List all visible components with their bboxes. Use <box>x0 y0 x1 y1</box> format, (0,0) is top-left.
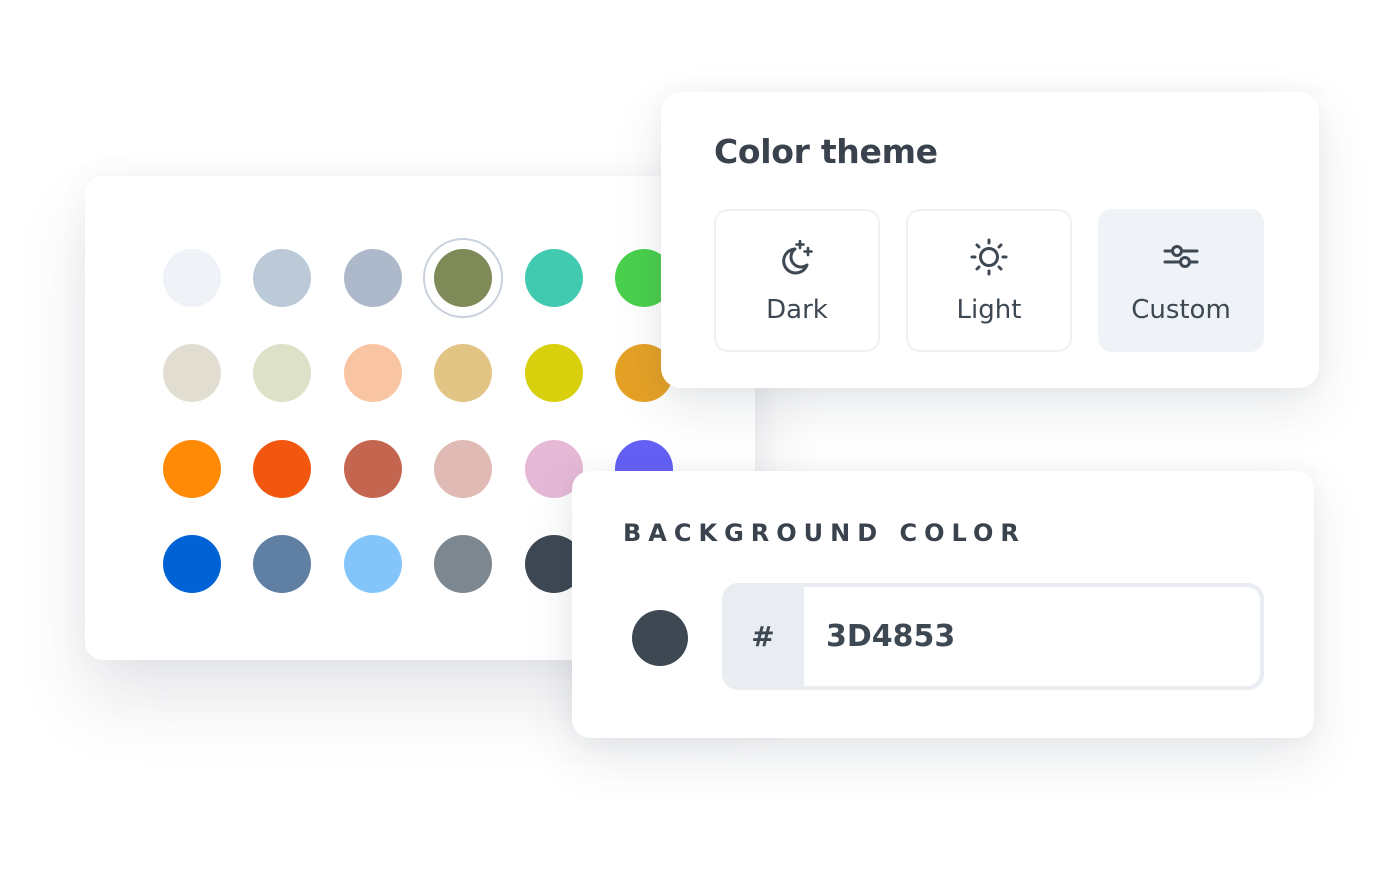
color-swatch[interactable] <box>163 535 221 593</box>
color-swatch[interactable] <box>344 440 402 498</box>
theme-option-label: Dark <box>766 295 828 325</box>
color-theme-title: Color theme <box>714 132 938 171</box>
color-preview-swatch[interactable] <box>632 610 688 666</box>
color-swatch[interactable] <box>163 249 221 307</box>
color-swatch[interactable] <box>253 344 311 402</box>
theme-option-label: Light <box>956 295 1022 325</box>
hex-color-field: # <box>722 583 1264 690</box>
color-swatch[interactable] <box>253 535 311 593</box>
color-swatch[interactable] <box>434 440 492 498</box>
color-swatch[interactable] <box>253 440 311 498</box>
theme-option-label: Custom <box>1131 295 1231 325</box>
color-swatch[interactable] <box>253 249 311 307</box>
color-swatch[interactable] <box>525 249 583 307</box>
hex-color-input[interactable] <box>804 587 1260 686</box>
theme-option-dark[interactable]: Dark <box>714 209 880 352</box>
background-color-card: BACKGROUND COLOR # <box>572 471 1314 738</box>
color-theme-card: Color theme Dark Light Custom <box>661 92 1319 388</box>
color-swatch[interactable] <box>163 440 221 498</box>
color-swatch[interactable] <box>423 238 503 318</box>
color-swatch[interactable] <box>344 535 402 593</box>
color-swatch[interactable] <box>434 535 492 593</box>
sliders-icon <box>1163 245 1199 268</box>
sun-icon <box>970 238 1008 276</box>
color-swatch[interactable] <box>344 249 402 307</box>
color-swatch[interactable] <box>525 344 583 402</box>
color-swatch[interactable] <box>344 344 402 402</box>
color-swatch[interactable] <box>434 344 492 402</box>
theme-option-light[interactable]: Light <box>906 209 1072 352</box>
background-color-title: BACKGROUND COLOR <box>623 519 1026 547</box>
color-swatch[interactable] <box>163 344 221 402</box>
theme-option-custom[interactable]: Custom <box>1098 209 1264 352</box>
hex-prefix-label: # <box>751 620 775 653</box>
moon-stars-icon <box>782 239 813 275</box>
